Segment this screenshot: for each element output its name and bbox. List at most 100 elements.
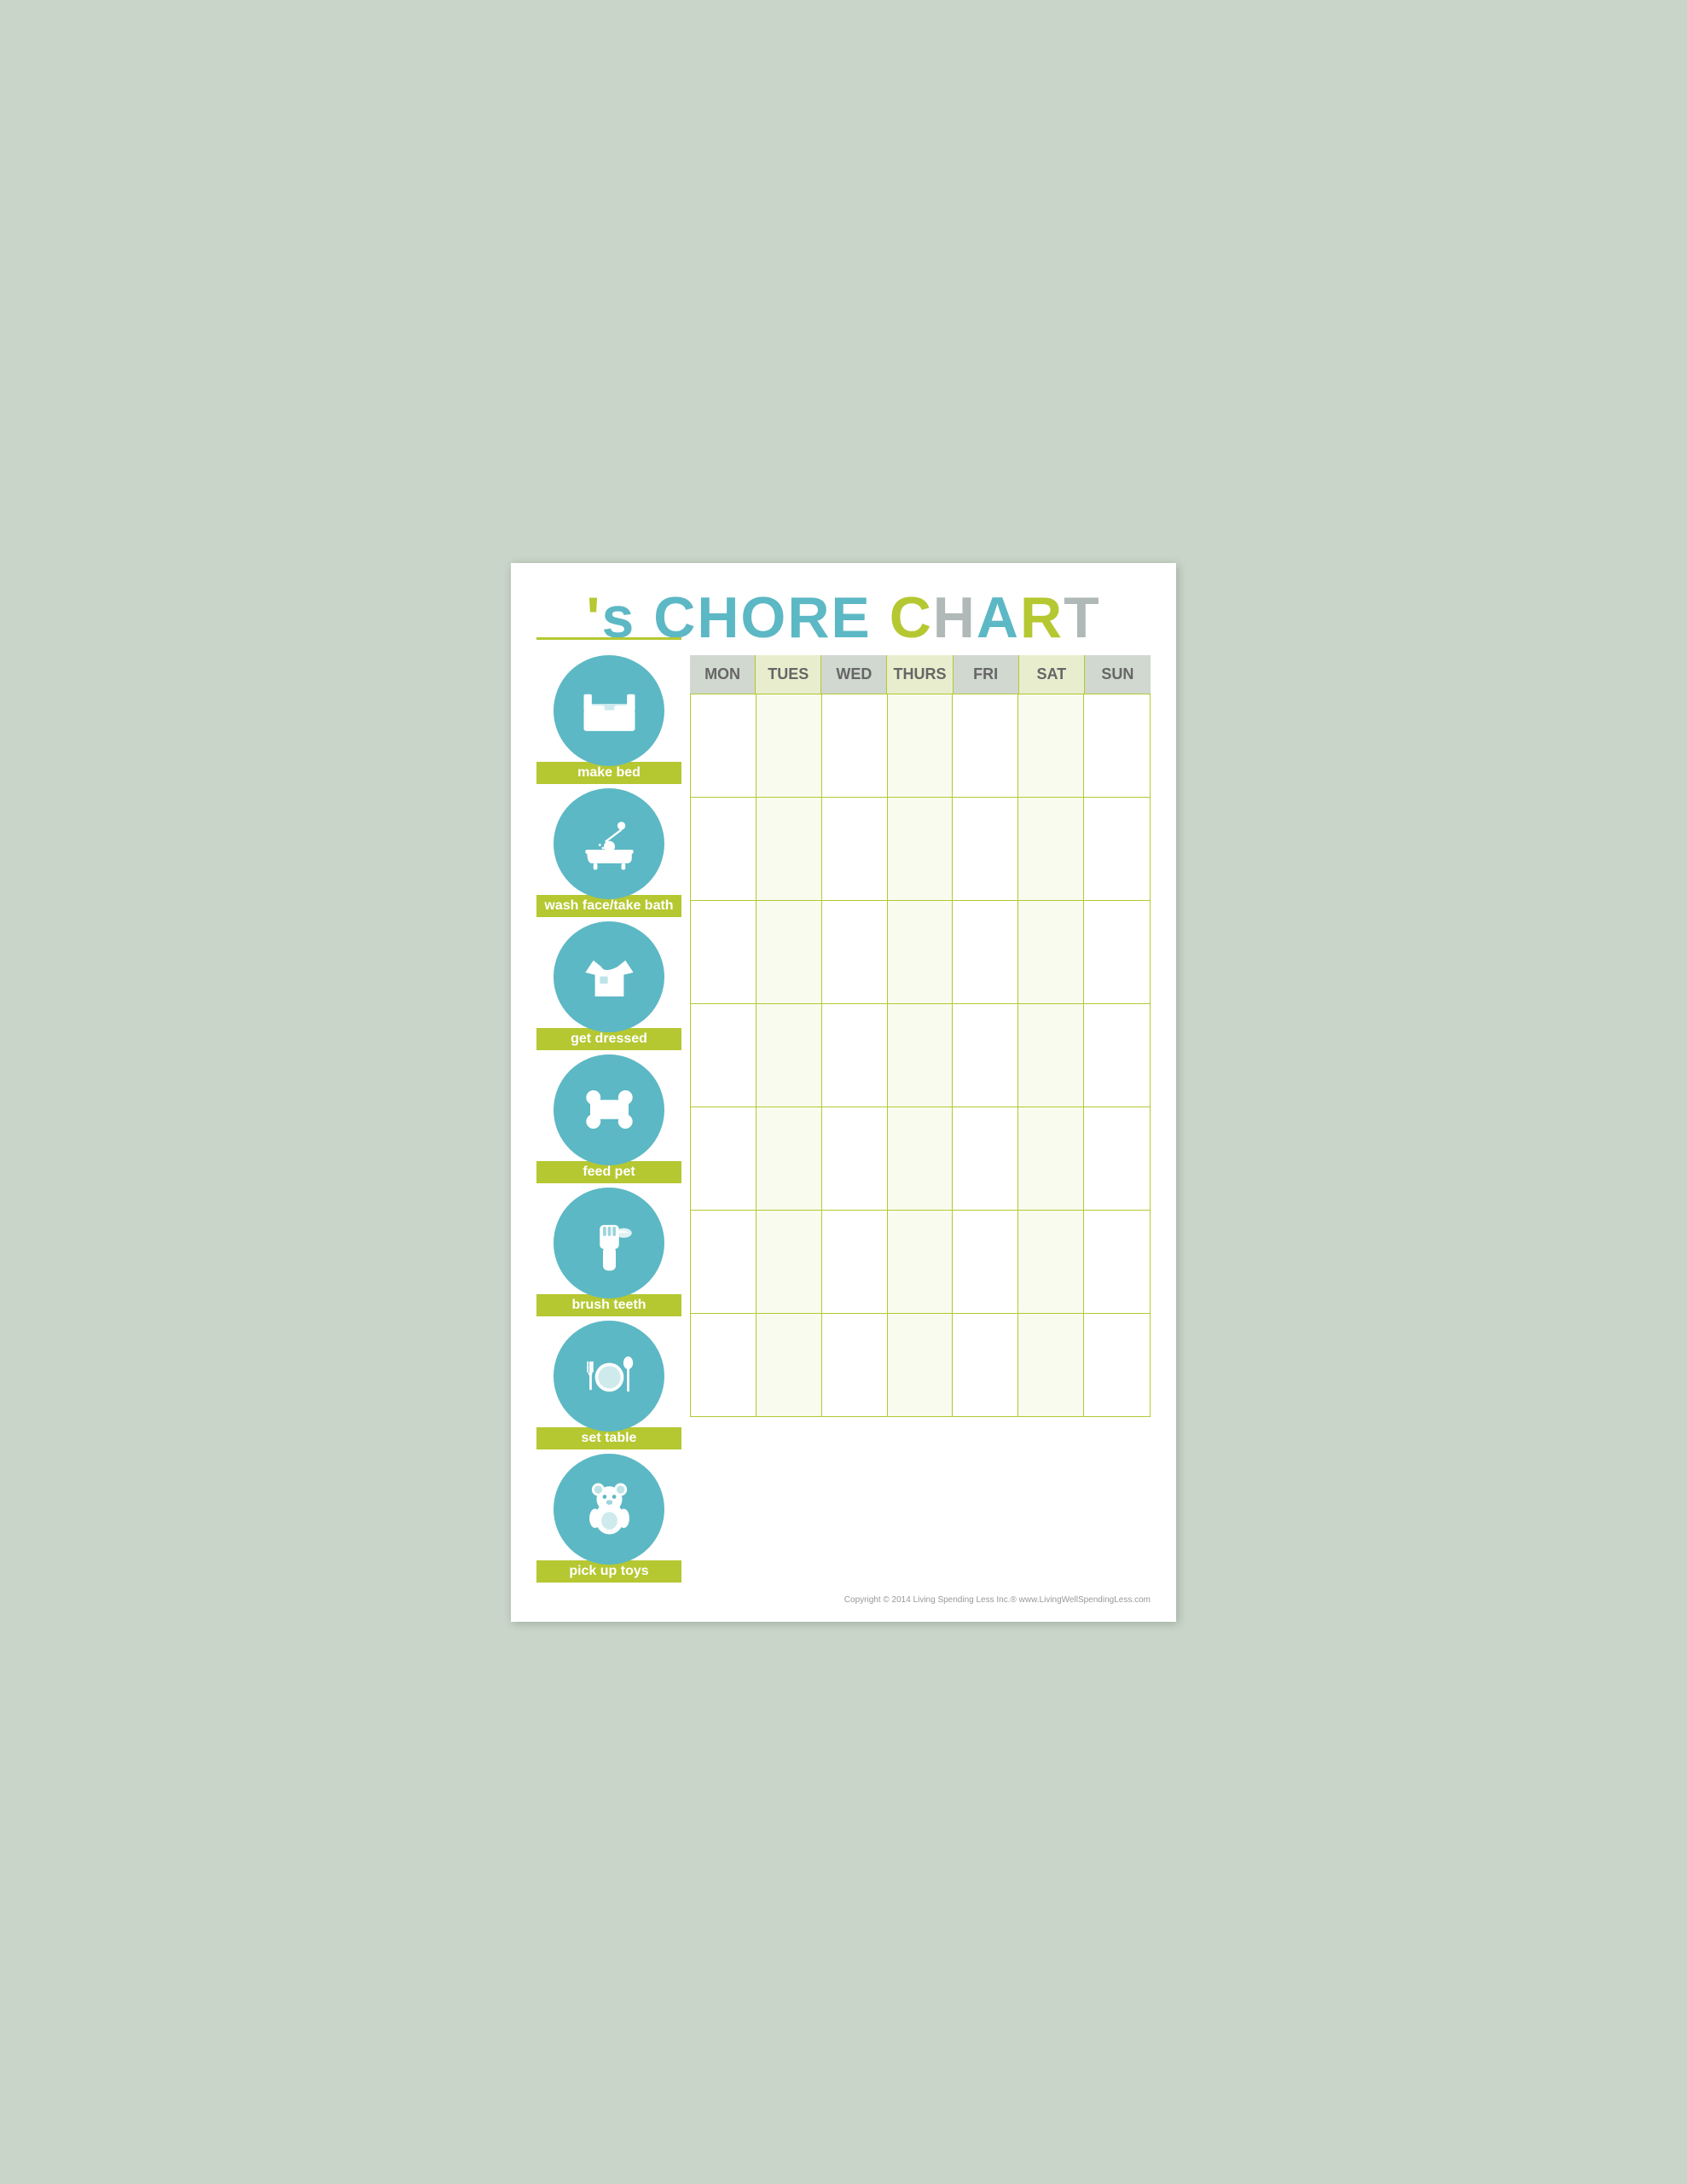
cell-fri-2[interactable]	[953, 798, 1018, 900]
cell-wed-4[interactable]	[822, 1004, 888, 1107]
cell-fri-4[interactable]	[953, 1004, 1018, 1107]
day-sun: SUN	[1085, 655, 1151, 694]
chore-icon-feed-pet	[554, 1054, 664, 1165]
cell-sat-2[interactable]	[1018, 798, 1084, 900]
title-chart-t: T	[1064, 585, 1101, 650]
cell-thurs-7[interactable]	[888, 1314, 954, 1416]
table-row	[691, 1313, 1150, 1416]
cell-sun-3[interactable]	[1084, 901, 1150, 1003]
day-tues: TUES	[756, 655, 821, 694]
cell-tues-4[interactable]	[757, 1004, 822, 1107]
chore-icon-get-dressed	[554, 921, 664, 1032]
cell-fri-1[interactable]	[953, 694, 1018, 797]
chore-item-pick-up-toys: pick up toys	[536, 1454, 681, 1583]
cell-thurs-1[interactable]	[888, 694, 954, 797]
chore-icon-set-table	[554, 1321, 664, 1432]
cell-mon-6[interactable]	[691, 1211, 757, 1313]
toy-icon	[577, 1477, 641, 1541]
cell-tues-5[interactable]	[757, 1107, 822, 1210]
cell-fri-7[interactable]	[953, 1314, 1018, 1416]
chore-item-wash-face: wash face/take bath	[536, 788, 681, 917]
cell-fri-6[interactable]	[953, 1211, 1018, 1313]
chore-item-set-table: set table	[536, 1321, 681, 1449]
cell-wed-2[interactable]	[822, 798, 888, 900]
main-content: make bed	[536, 655, 1151, 1583]
cell-tues-3[interactable]	[757, 901, 822, 1003]
footer: Copyright © 2014 Living Spending Less In…	[536, 1595, 1151, 1605]
cell-mon-3[interactable]	[691, 901, 757, 1003]
cell-sat-4[interactable]	[1018, 1004, 1084, 1107]
day-mon: MON	[690, 655, 756, 694]
bath-icon	[577, 811, 641, 875]
title-chore: CHORE	[653, 585, 889, 650]
day-fri: FRI	[954, 655, 1019, 694]
cell-thurs-3[interactable]	[888, 901, 954, 1003]
cell-mon-2[interactable]	[691, 798, 757, 900]
cell-thurs-2[interactable]	[888, 798, 954, 900]
cell-wed-1[interactable]	[822, 694, 888, 797]
cell-wed-5[interactable]	[822, 1107, 888, 1210]
chore-icon-brush-teeth	[554, 1188, 664, 1298]
cell-thurs-5[interactable]	[888, 1107, 954, 1210]
cell-wed-3[interactable]	[822, 901, 888, 1003]
table-row	[691, 1210, 1150, 1313]
toothbrush-icon	[577, 1211, 641, 1275]
chore-item-feed-pet: feed pet	[536, 1054, 681, 1183]
cell-mon-7[interactable]	[691, 1314, 757, 1416]
cell-wed-7[interactable]	[822, 1314, 888, 1416]
cell-sun-1[interactable]	[1084, 694, 1150, 797]
bone-icon	[577, 1077, 641, 1141]
day-thurs: THURS	[887, 655, 953, 694]
day-sat: SAT	[1019, 655, 1085, 694]
chore-icon-make-bed	[554, 655, 664, 766]
cell-thurs-4[interactable]	[888, 1004, 954, 1107]
cell-fri-5[interactable]	[953, 1107, 1018, 1210]
cell-sat-6[interactable]	[1018, 1211, 1084, 1313]
cell-thurs-6[interactable]	[888, 1211, 954, 1313]
cell-wed-6[interactable]	[822, 1211, 888, 1313]
shirt-icon	[577, 944, 641, 1008]
cell-sun-4[interactable]	[1084, 1004, 1150, 1107]
chore-item-brush-teeth: brush teeth	[536, 1188, 681, 1316]
cell-sun-7[interactable]	[1084, 1314, 1150, 1416]
title-chart-a: A	[977, 585, 1020, 650]
cell-sat-7[interactable]	[1018, 1314, 1084, 1416]
chore-grid: MON TUES WED THURS FRI SAT SUN	[690, 655, 1151, 1417]
cell-tues-6[interactable]	[757, 1211, 822, 1313]
cell-fri-3[interactable]	[953, 901, 1018, 1003]
cell-mon-5[interactable]	[691, 1107, 757, 1210]
table-icon	[577, 1344, 641, 1408]
title-chart-r: R	[1020, 585, 1064, 650]
table-row	[691, 1003, 1150, 1107]
cell-tues-1[interactable]	[757, 694, 822, 797]
title-chart-c: C	[890, 585, 933, 650]
grid-rows	[690, 694, 1151, 1417]
chore-icon-pick-up-toys	[554, 1454, 664, 1565]
cell-sun-6[interactable]	[1084, 1211, 1150, 1313]
day-wed: WED	[821, 655, 887, 694]
table-row	[691, 694, 1150, 797]
title-apostrophe: '	[586, 585, 601, 650]
table-row	[691, 900, 1150, 1003]
chore-item-get-dressed: get dressed	[536, 921, 681, 1050]
table-row	[691, 797, 1150, 900]
copyright-text: Copyright © 2014 Living Spending Less In…	[844, 1595, 1151, 1605]
cell-sun-5[interactable]	[1084, 1107, 1150, 1210]
chores-column: make bed	[536, 655, 681, 1583]
title-chart-h: H	[933, 585, 977, 650]
header: 's CHORE CHART	[536, 589, 1151, 647]
header-line	[536, 637, 681, 640]
bed-icon	[577, 678, 641, 742]
table-row	[691, 1107, 1150, 1210]
cell-sat-3[interactable]	[1018, 901, 1084, 1003]
cell-sat-1[interactable]	[1018, 694, 1084, 797]
cell-sun-2[interactable]	[1084, 798, 1150, 900]
title-s: s	[602, 585, 654, 650]
cell-mon-1[interactable]	[691, 694, 757, 797]
cell-tues-7[interactable]	[757, 1314, 822, 1416]
chore-item-make-bed: make bed	[536, 655, 681, 784]
cell-sat-5[interactable]	[1018, 1107, 1084, 1210]
cell-tues-2[interactable]	[757, 798, 822, 900]
cell-mon-4[interactable]	[691, 1004, 757, 1107]
day-headers: MON TUES WED THURS FRI SAT SUN	[690, 655, 1151, 694]
